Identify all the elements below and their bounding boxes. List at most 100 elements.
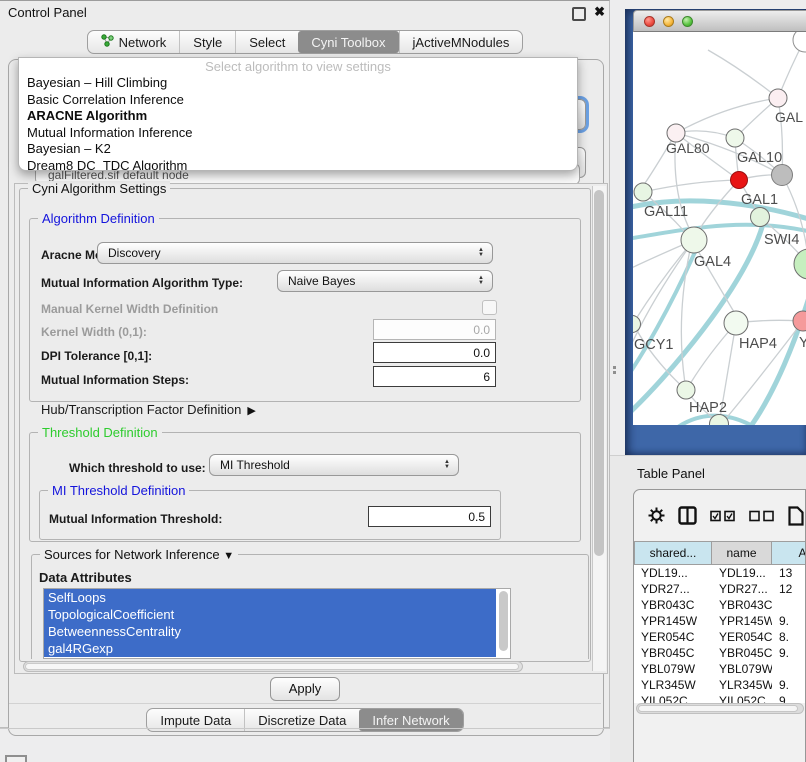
table-horizontal-scrollbar[interactable] bbox=[636, 703, 804, 714]
table-cell: 13 bbox=[772, 565, 806, 581]
table-row[interactable]: YLR345WYLR345W9. bbox=[634, 677, 806, 693]
network-canvas[interactable]: GALGAL80GAL10GAL1GAL11SWI4GAL4HAP4YGCY1H… bbox=[633, 32, 806, 425]
unchecked-checkboxes-icon[interactable] bbox=[749, 510, 775, 522]
network-edge[interactable] bbox=[708, 50, 778, 98]
node-label: GAL bbox=[775, 109, 803, 125]
table-cell: YIL052C bbox=[712, 693, 772, 703]
settings-scrollpane: Cyni Algorithm Settings Algorithm Defini… bbox=[14, 183, 608, 674]
zoom-traffic-icon[interactable] bbox=[682, 16, 693, 27]
node-label: GAL10 bbox=[737, 150, 782, 166]
dropdown-item[interactable]: Mutual Information Inference bbox=[19, 125, 577, 142]
tab-select[interactable]: Select bbox=[235, 31, 298, 53]
columns-icon[interactable] bbox=[678, 506, 697, 525]
attribute-item[interactable]: TopologicalCoefficient bbox=[44, 606, 496, 623]
table-row[interactable]: YER054CYER054C8. bbox=[634, 629, 806, 645]
tab-label: Style bbox=[193, 35, 222, 50]
mi-threshold-definition-title: MI Threshold Definition bbox=[48, 483, 189, 498]
aracne-mode-select[interactable]: Discovery ▲▼ bbox=[97, 242, 493, 264]
column-header[interactable]: A bbox=[772, 541, 806, 565]
apply-button[interactable]: Apply bbox=[270, 677, 340, 701]
table-row[interactable]: YDR27...YDR27...12 bbox=[634, 581, 806, 597]
network-edge[interactable] bbox=[681, 250, 690, 390]
dropdown-item[interactable]: ARACNE Algorithm bbox=[19, 108, 577, 125]
network-node[interactable] bbox=[726, 129, 744, 147]
table-row[interactable]: YBR043CYBR043C bbox=[634, 597, 806, 613]
table-cell: 8. bbox=[772, 629, 806, 645]
threshold-definition-title: Threshold Definition bbox=[38, 425, 162, 440]
stepper-arrows-icon: ▲▼ bbox=[474, 248, 488, 258]
data-attributes-list[interactable]: SelfLoopsTopologicalCoefficientBetweenne… bbox=[43, 588, 511, 659]
tab-label: Network bbox=[119, 35, 167, 50]
network-edge[interactable] bbox=[676, 98, 778, 133]
table-cell: YER054C bbox=[634, 629, 712, 645]
node-label: HAP2 bbox=[689, 400, 727, 416]
checked-checkboxes-icon[interactable] bbox=[710, 510, 736, 522]
tab-style[interactable]: Style bbox=[179, 31, 235, 53]
network-node[interactable] bbox=[769, 89, 787, 107]
network-node[interactable] bbox=[633, 316, 641, 333]
network-node[interactable] bbox=[793, 311, 806, 331]
splitter-grip[interactable] bbox=[613, 366, 617, 375]
algorithm-definition-title: Algorithm Definition bbox=[38, 211, 159, 226]
network-node[interactable] bbox=[772, 165, 793, 186]
table-cell: YIL052C bbox=[634, 693, 712, 703]
table-cell: YLR345W bbox=[712, 677, 772, 693]
network-window-titlebar[interactable] bbox=[633, 10, 806, 32]
attribute-item[interactable]: BetweennessCentrality bbox=[44, 623, 496, 640]
float-window-icon[interactable] bbox=[572, 7, 586, 21]
attribute-item[interactable]: gal4RGexp bbox=[44, 640, 496, 657]
network-node[interactable] bbox=[751, 208, 770, 227]
tab-network[interactable]: Network bbox=[88, 31, 180, 53]
manual-kernel-width-checkbox[interactable] bbox=[482, 300, 497, 315]
cyni-algorithm-settings-title: Cyni Algorithm Settings bbox=[28, 181, 170, 196]
kernel-width-input[interactable] bbox=[373, 319, 496, 340]
network-view-window[interactable]: GALGAL80GAL10GAL1GAL11SWI4GAL4HAP4YGCY1H… bbox=[625, 9, 806, 455]
column-header[interactable]: name bbox=[712, 541, 772, 565]
network-node[interactable] bbox=[794, 249, 806, 279]
tab-jactivemnodules[interactable]: jActiveMNodules bbox=[399, 31, 523, 53]
network-node[interactable] bbox=[681, 227, 707, 253]
hub-definition-toggle[interactable]: Hub/Transcription Factor Definition▶ bbox=[41, 402, 256, 417]
tab-cyni-toolbox[interactable]: Cyni Toolbox bbox=[298, 31, 398, 53]
table-cell: 9. bbox=[772, 677, 806, 693]
minimize-traffic-icon[interactable] bbox=[663, 16, 674, 27]
mi-algorithm-type-select[interactable]: Naive Bayes ▲▼ bbox=[277, 270, 493, 292]
table-row[interactable]: YBL079WYBL079W bbox=[634, 661, 806, 677]
network-node[interactable] bbox=[634, 183, 652, 201]
attribute-item[interactable]: SelfLoops bbox=[44, 589, 496, 606]
table-cell: YPR145W bbox=[634, 613, 712, 629]
dropdown-item[interactable]: Bayesian – Hill Climbing bbox=[19, 75, 577, 92]
vertical-scrollbar[interactable] bbox=[592, 186, 606, 671]
network-node[interactable] bbox=[793, 32, 806, 52]
column-header[interactable]: shared... bbox=[634, 541, 712, 565]
table-row[interactable]: YDL19...YDL19...13 bbox=[634, 565, 806, 581]
close-icon[interactable]: ✖ bbox=[594, 4, 605, 20]
mi-threshold-label: Mutual Information Threshold: bbox=[49, 512, 222, 526]
mi-algorithm-type-label: Mutual Information Algorithm Type: bbox=[41, 276, 243, 290]
desktop-background: Control Panel ✖ Network Style SelectCyni T… bbox=[0, 0, 806, 762]
sources-title[interactable]: Sources for Network Inference ▼ bbox=[40, 547, 238, 562]
network-edge[interactable] bbox=[643, 180, 739, 192]
network-node[interactable] bbox=[677, 381, 695, 399]
mi-steps-input[interactable] bbox=[373, 366, 496, 387]
horizontal-scrollbar[interactable] bbox=[23, 661, 523, 672]
dpi-tolerance-input[interactable] bbox=[373, 342, 496, 363]
network-node[interactable] bbox=[724, 311, 748, 335]
node-table-window: shared...nameA YDL19...YDL19...13YDR27..… bbox=[633, 489, 806, 762]
dropdown-item[interactable]: Dream8 DC_TDC Algorithm bbox=[19, 158, 577, 172]
document-icon[interactable] bbox=[788, 506, 804, 526]
dropdown-item[interactable]: Bayesian – K2 bbox=[19, 141, 577, 158]
list-scrollbar[interactable] bbox=[498, 591, 509, 655]
close-traffic-icon[interactable] bbox=[644, 16, 655, 27]
mi-threshold-input[interactable] bbox=[368, 506, 491, 527]
table-row[interactable]: YIL052CYIL052C9. bbox=[634, 693, 806, 703]
table-row[interactable]: YPR145WYPR145W9. bbox=[634, 613, 806, 629]
dropdown-item[interactable]: Basic Correlation Inference bbox=[19, 92, 577, 109]
network-node[interactable] bbox=[731, 172, 748, 189]
control-panel-titlebar[interactable]: Control Panel ✖ bbox=[0, 1, 609, 25]
settings-gear-icon[interactable] bbox=[648, 507, 665, 524]
table-row[interactable]: YBR045CYBR045C9. bbox=[634, 645, 806, 661]
which-threshold-select[interactable]: MI Threshold ▲▼ bbox=[209, 454, 459, 476]
table-body: YDL19...YDL19...13YDR27...YDR27...12YBR0… bbox=[634, 565, 806, 703]
algorithm-dropdown: Select algorithm to view settings Bayesi… bbox=[18, 57, 578, 171]
